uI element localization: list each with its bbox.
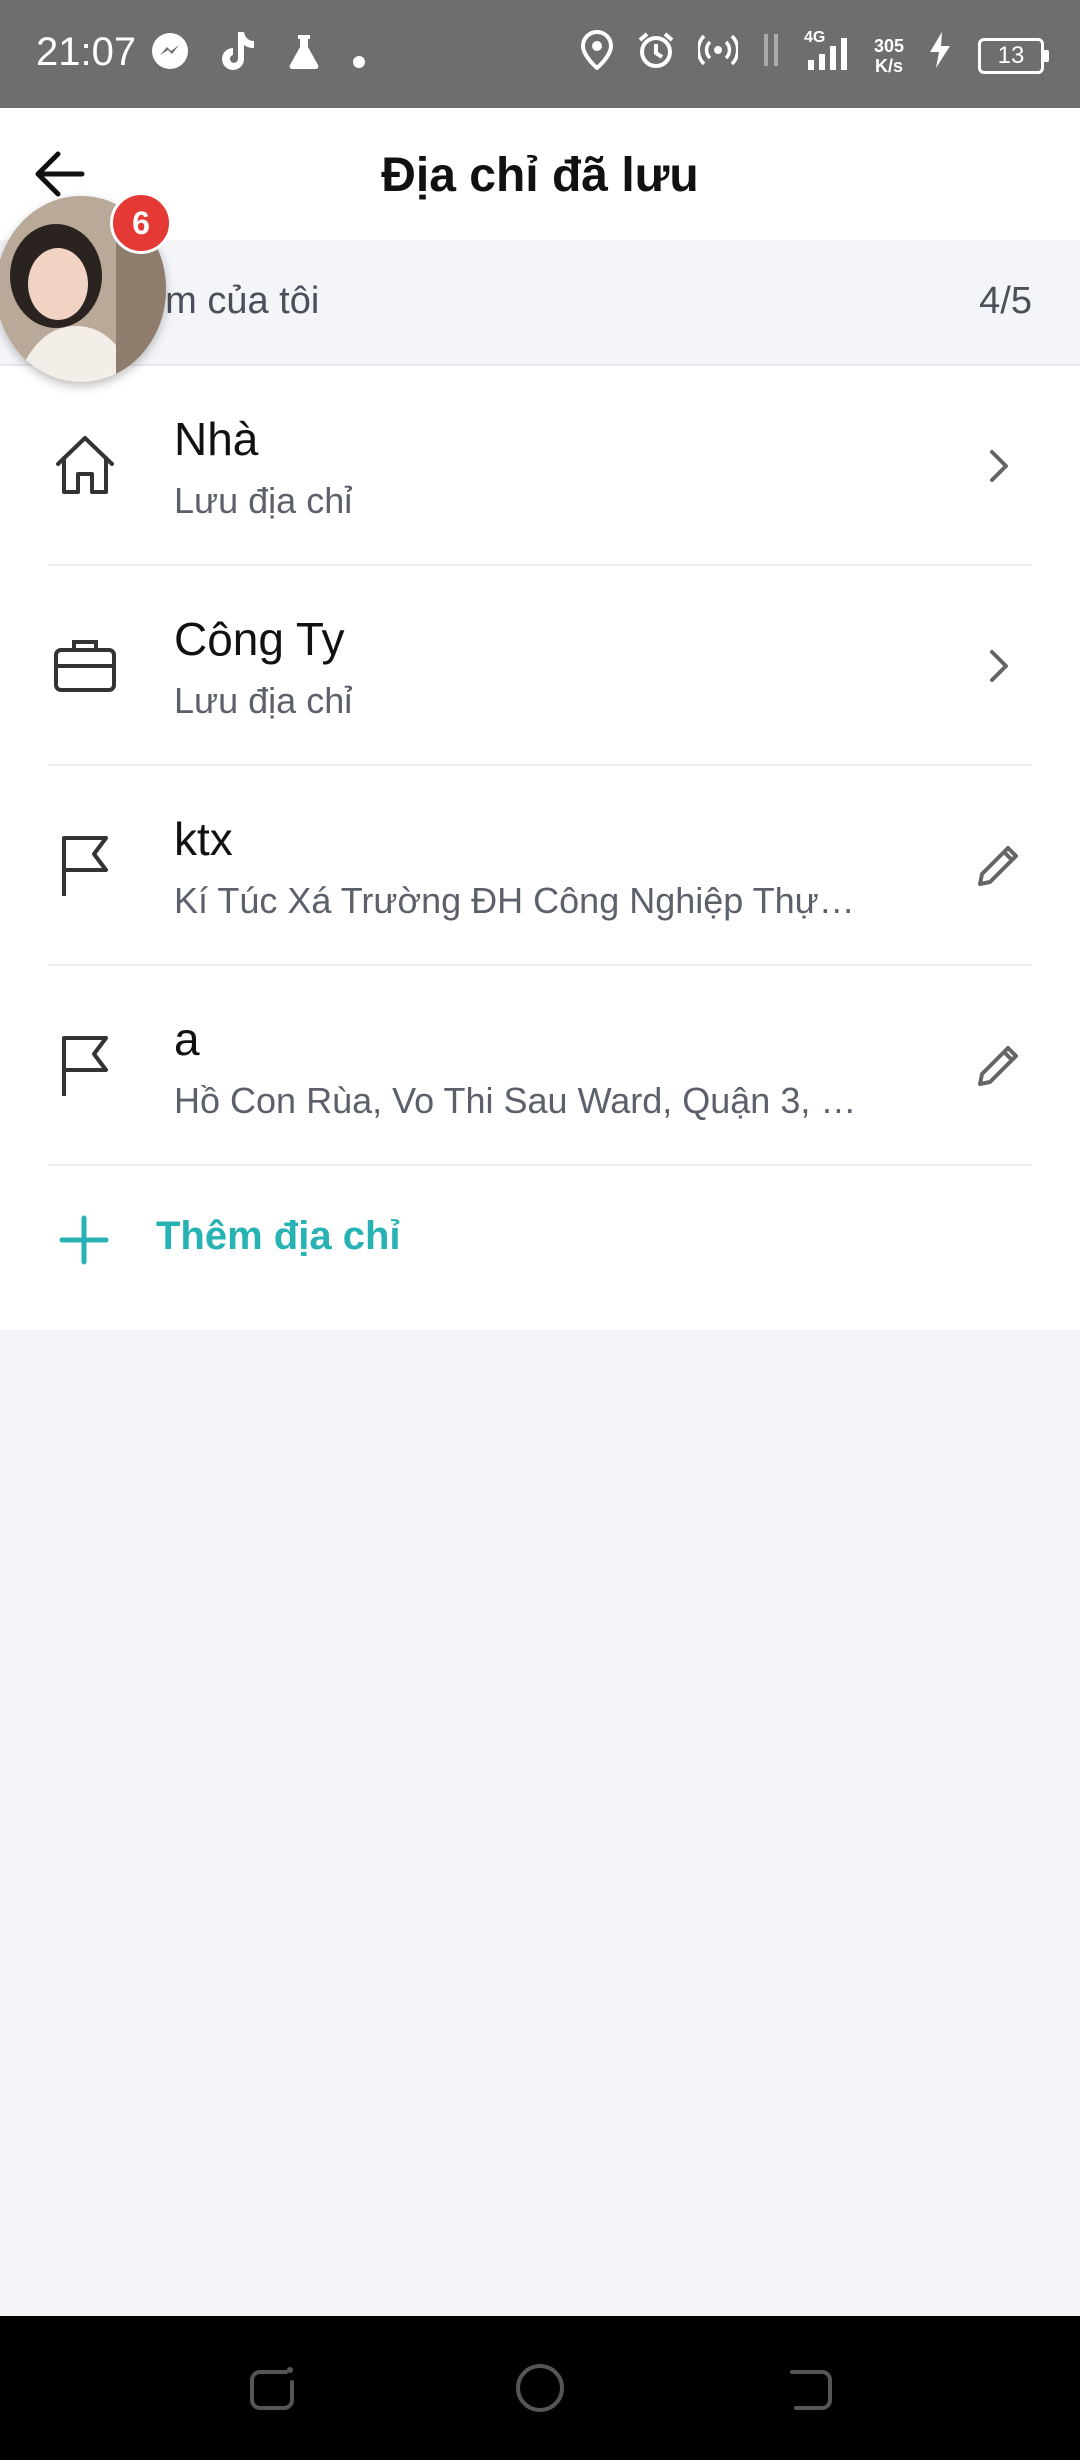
flag-icon bbox=[62, 836, 108, 896]
status-bar: 21:07 4G 305 K/s 13 bbox=[0, 0, 1080, 108]
charging-icon bbox=[926, 30, 956, 82]
flag-icon bbox=[62, 1036, 108, 1096]
network-speed-value: 305 bbox=[873, 36, 904, 56]
back-nav-icon[interactable] bbox=[784, 2362, 836, 2414]
net-type-label: 4G bbox=[804, 29, 825, 46]
status-time: 21:07 bbox=[36, 30, 137, 74]
network-speed: 305 K/s bbox=[874, 36, 904, 76]
briefcase-icon bbox=[54, 640, 116, 692]
alarm-icon bbox=[636, 30, 676, 82]
home-icon bbox=[56, 436, 114, 494]
add-address-label: Thêm địa chỉ bbox=[156, 1214, 401, 1258]
notification-icons bbox=[150, 30, 366, 83]
section-count: 4/5 bbox=[979, 280, 1032, 322]
chevron-right-icon[interactable] bbox=[968, 636, 1028, 696]
network-speed-unit: K/s bbox=[874, 56, 903, 76]
system-icons: 4G 305 K/s 13 bbox=[580, 28, 1049, 84]
address-title: a bbox=[174, 1013, 200, 1065]
address-subtitle: Kí Túc Xá Trường ĐH Công Nghiệp Thự… bbox=[174, 880, 855, 921]
messenger-icon bbox=[150, 31, 190, 82]
address-title: ktx bbox=[174, 813, 233, 865]
add-address-button[interactable]: Thêm địa chỉ bbox=[0, 1166, 1080, 1330]
address-item-a[interactable]: a Hồ Con Rùa, Vo Thi Sau Ward, Quận 3, … bbox=[0, 966, 1080, 1166]
hotspot-icon bbox=[696, 30, 740, 82]
address-title: Nhà bbox=[174, 413, 259, 465]
address-item-ktx[interactable]: ktx Kí Túc Xá Trường ĐH Công Nghiệp Thự… bbox=[0, 766, 1080, 966]
address-item-home[interactable]: Nhà Lưu địa chỉ bbox=[0, 366, 1080, 566]
address-title: Công Ty bbox=[174, 613, 345, 665]
address-item-company[interactable]: Công Ty Lưu địa chỉ bbox=[0, 566, 1080, 766]
chevron-right-icon[interactable] bbox=[968, 436, 1028, 496]
tiktok-icon bbox=[218, 30, 256, 83]
data-arrows-icon bbox=[760, 30, 782, 82]
battery-indicator: 13 bbox=[978, 38, 1049, 74]
edit-pencil-icon[interactable] bbox=[968, 836, 1028, 896]
dot-icon bbox=[352, 34, 366, 80]
lab-flask-icon bbox=[284, 31, 324, 82]
location-icon bbox=[580, 29, 614, 82]
edit-pencil-icon[interactable] bbox=[968, 1036, 1028, 1096]
address-subtitle: Lưu địa chỉ bbox=[174, 480, 353, 521]
address-subtitle: Hồ Con Rùa, Vo Thi Sau Ward, Quận 3, … bbox=[174, 1080, 857, 1121]
address-subtitle: Lưu địa chỉ bbox=[174, 680, 353, 721]
signal-icon: 4G bbox=[804, 28, 852, 84]
address-list: Nhà Lưu địa chỉ Công Ty Lưu địa chỉ ktx … bbox=[0, 366, 1080, 1330]
plus-icon bbox=[59, 1215, 109, 1265]
page-title: Địa chỉ đã lưu bbox=[381, 149, 699, 202]
notification-badge: 6 bbox=[110, 192, 172, 254]
recent-apps-icon[interactable] bbox=[246, 2362, 298, 2414]
section-title: ểm của tôi bbox=[144, 280, 320, 322]
home-nav-icon[interactable] bbox=[514, 2362, 566, 2414]
system-nav-bar bbox=[0, 2316, 1080, 2460]
